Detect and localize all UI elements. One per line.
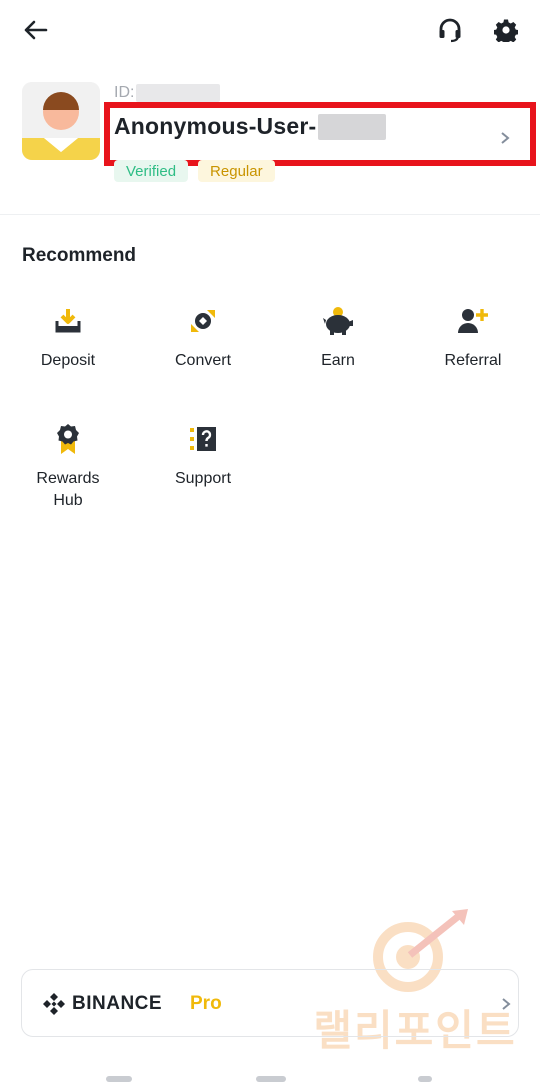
recommend-item-label: Support	[174, 470, 232, 487]
verified-badge[interactable]: Verified	[114, 160, 189, 182]
pro-label: Pro	[190, 993, 222, 1014]
top-bar	[0, 0, 540, 62]
nav-hint	[418, 1076, 432, 1082]
back-button[interactable]	[20, 16, 52, 44]
recommend-item-convert[interactable]: Convert	[148, 304, 258, 372]
chevron-right-icon	[502, 998, 511, 1010]
recommend-item-label: Earn	[321, 352, 355, 369]
arrow-left-icon	[24, 20, 48, 40]
deposit-icon	[51, 304, 85, 338]
nav-hint	[256, 1076, 286, 1082]
headset-icon	[439, 18, 461, 43]
status-badges: Verified Regular	[114, 160, 275, 182]
avatar[interactable]	[22, 82, 100, 160]
recommend-item-support[interactable]: Support	[148, 422, 258, 490]
profile-section: ID: Anonymous-User- Verified Regular	[0, 80, 540, 190]
binance-logo-icon	[43, 993, 65, 1015]
customer-support-button[interactable]	[434, 14, 466, 46]
recommend-item-earn[interactable]: Earn	[283, 304, 393, 372]
recommend-item-label: Referral	[444, 352, 502, 369]
regular-badge[interactable]: Regular	[198, 160, 275, 182]
bottom-nav-edge	[0, 1076, 540, 1084]
recommend-item-deposit[interactable]: Deposit	[13, 304, 123, 372]
user-id-redacted	[136, 84, 221, 102]
binance-brand: BINANCE	[72, 993, 163, 1014]
recommend-item-label: Convert	[174, 352, 232, 369]
convert-icon	[186, 304, 220, 338]
binance-pro-card[interactable]: BINANCE Pro	[21, 969, 519, 1037]
gear-icon	[494, 19, 518, 42]
avatar-image	[22, 82, 100, 160]
rewards-badge-icon	[51, 422, 85, 456]
recommend-item-rewards-hub[interactable]: Rewards Hub	[13, 422, 123, 512]
user-id: ID:	[114, 84, 221, 102]
recommend-title: Recommend	[22, 245, 137, 266]
settings-button[interactable]	[490, 14, 522, 46]
highlight-box	[104, 102, 536, 166]
section-divider	[0, 214, 540, 215]
add-user-icon	[456, 304, 490, 338]
piggy-bank-icon	[321, 304, 355, 338]
recommend-item-referral[interactable]: Referral	[418, 304, 528, 372]
nav-hint	[106, 1076, 132, 1082]
user-id-label: ID:	[114, 84, 135, 101]
recommend-item-label: Deposit	[40, 352, 96, 369]
support-question-icon	[186, 422, 220, 456]
recommend-item-label: Rewards Hub	[36, 470, 100, 509]
